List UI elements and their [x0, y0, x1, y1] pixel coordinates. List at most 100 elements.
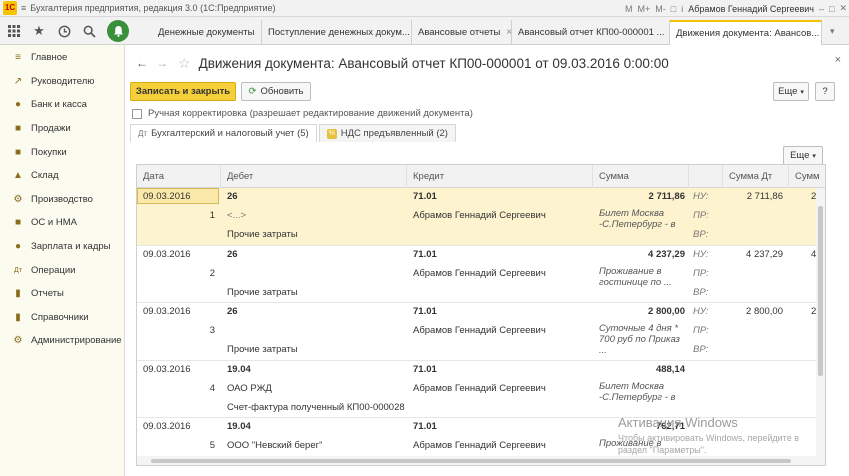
row-number: 5	[209, 440, 215, 451]
activation-hint-line: Чтобы активировать Windows, перейдите в	[618, 433, 799, 443]
sidebar-item-operations[interactable]: Дт Операции	[0, 258, 124, 282]
table-more-button[interactable]: Еще ▾	[783, 146, 823, 165]
row-date: 09.03.2016	[143, 306, 191, 317]
sidebar-item-manager[interactable]: ↗ Руководителю	[0, 70, 124, 94]
sidebar-item-production[interactable]: ⚙ Производство	[0, 188, 124, 212]
save-close-button[interactable]: Записать и закрыть	[130, 82, 236, 101]
settings-icon: ⚙	[13, 335, 23, 347]
column-date[interactable]: Дата	[137, 165, 221, 188]
row-content: Билет Москва -С.Петербург - в	[599, 380, 676, 403]
star-icon[interactable]: ★	[28, 21, 50, 41]
sidebar-item-admin[interactable]: ⚙ Администрирование	[0, 329, 124, 353]
row-number: 4	[209, 382, 215, 394]
column-debit[interactable]: Дебет	[221, 165, 407, 188]
sidebar-item-label: Продажи	[31, 123, 71, 135]
tab-vat[interactable]: % НДС предъявленный (2)	[318, 124, 456, 142]
sidebar-item-sales[interactable]: ■ Продажи	[0, 117, 124, 141]
row-amount: 2 711,86	[648, 191, 685, 202]
column-blank[interactable]	[689, 165, 723, 188]
row-debit-sub1: ООО "Невский берег"	[227, 440, 323, 451]
row-credit: 71.01	[413, 248, 437, 260]
row-nu: НУ:	[693, 306, 709, 317]
row-content: Билет Москва -С.Петербург - в	[599, 208, 676, 230]
current-user[interactable]: Абрамов Геннадий Сергеевич	[688, 4, 814, 14]
tab-label: Поступление денежных докум...	[268, 27, 410, 38]
sidebar-item-bank[interactable]: ● Банк и касса	[0, 93, 124, 117]
table-row[interactable]: 09.03.2016 1 26 <...> Прочие затраты 71.…	[137, 188, 817, 246]
row-debit-sub2: Прочие затраты	[227, 344, 298, 355]
sidebar-item-reports[interactable]: ▮ Отчеты	[0, 282, 124, 306]
window-close-button[interactable]: ✕	[839, 3, 847, 14]
sidebar-item-label: Отчеты	[31, 288, 64, 300]
forward-arrow-icon[interactable]: →	[152, 54, 172, 72]
tabs-dropdown-icon[interactable]: ▾	[830, 26, 835, 37]
row-sum-dt: 2 711,86	[746, 191, 783, 202]
dt-kt-icon: Дт	[14, 266, 22, 274]
row-number: 3	[209, 325, 215, 336]
minimize-button[interactable]: –	[819, 4, 824, 14]
tab-document-movements[interactable]: Движения документа: Авансов...×	[670, 20, 822, 45]
row-date: 09.03.2016	[143, 248, 191, 260]
more-button[interactable]: Еще ▾	[773, 82, 809, 101]
history-icon[interactable]	[53, 21, 75, 41]
tab-accounting[interactable]: Дт Бухгалтерский и налоговый учет (5)	[130, 124, 317, 142]
column-amount-dt[interactable]: Сумма Дт	[723, 165, 789, 188]
main-menu-icon[interactable]: ≡	[21, 3, 26, 13]
vat-icon: %	[326, 128, 337, 139]
column-amount[interactable]: Сумма	[593, 165, 689, 188]
coin-icon: ●	[14, 99, 22, 111]
row-pr: ПР:	[693, 267, 709, 279]
help-button[interactable]: ?	[815, 82, 835, 101]
tab-money-receipt[interactable]: Поступление денежных докум...×	[262, 20, 412, 45]
sidebar-item-salary[interactable]: ● Зарплата и кадры	[0, 235, 124, 259]
memory-mminus-button[interactable]: M-	[655, 4, 666, 14]
row-amount: 2 800,00	[648, 306, 685, 317]
horizontal-scrollbar[interactable]	[137, 456, 817, 465]
info-icon[interactable]: i	[681, 4, 683, 14]
memory-m-button[interactable]: M	[625, 4, 633, 14]
sidebar-item-catalogs[interactable]: ▮ Справочники	[0, 306, 124, 330]
sidebar-item-fixed-assets[interactable]: ■ ОС и НМА	[0, 211, 124, 235]
manual-correction-checkbox[interactable]	[132, 108, 142, 119]
cart-icon: ■	[14, 146, 22, 158]
more-label: Еще	[778, 86, 798, 97]
table-row[interactable]: 09.03.2016 3 26 Прочие затраты 71.01 Абр…	[137, 303, 817, 361]
column-credit[interactable]: Кредит	[407, 165, 593, 188]
row-credit-sub: Абрамов Геннадий Сергеевич	[413, 382, 546, 394]
scroll-thumb[interactable]	[818, 206, 823, 376]
row-number: 2	[209, 267, 215, 279]
form-close-icon[interactable]: ×	[835, 54, 841, 66]
row-debit: 19.04	[227, 421, 251, 432]
sidebar-item-warehouse[interactable]: ▲ Склад	[0, 164, 124, 188]
scroll-thumb[interactable]	[151, 459, 791, 463]
sidebar-item-label: Зарплата и кадры	[31, 241, 111, 253]
row-date: 09.03.2016	[143, 363, 191, 375]
window-square-icon[interactable]: □	[671, 4, 676, 14]
row-number: 1	[209, 210, 215, 221]
chevron-down-icon: ▾	[812, 152, 816, 160]
table-header: Дата Дебет Кредит Сумма Сумма Дт Сумм	[137, 165, 825, 188]
manual-correction[interactable]: Ручная корректировка (разрешает редактир…	[132, 108, 473, 119]
table-row[interactable]: 09.03.2016 2 26 Прочие затраты 71.01 Абр…	[137, 246, 817, 303]
vertical-scrollbar[interactable]	[816, 188, 825, 465]
book-icon: ▮	[15, 311, 21, 323]
sidebar-item-purchases[interactable]: ■ Покупки	[0, 140, 124, 164]
table-row[interactable]: 09.03.2016 4 19.04 ОАО РЖД Счет-фактура …	[137, 361, 817, 418]
dt-kt-icon: Дт	[138, 129, 148, 138]
maximize-button[interactable]: □	[829, 4, 834, 14]
column-amount-cut[interactable]: Сумм	[789, 165, 825, 188]
favorite-star-icon[interactable]: ☆	[178, 55, 191, 72]
row-debit: 26	[227, 306, 238, 317]
refresh-button[interactable]: ⟳ Обновить	[241, 82, 311, 101]
sidebar-item-main[interactable]: ≡ Главное	[0, 46, 124, 70]
back-arrow-icon[interactable]: ←	[132, 54, 152, 72]
apps-grid-icon[interactable]	[3, 21, 25, 41]
tab-money-documents[interactable]: Денежные документы×	[152, 20, 262, 45]
register-tabs: Дт Бухгалтерский и налоговый учет (5) % …	[126, 124, 458, 142]
tab-advance-report-doc[interactable]: Авансовый отчет КП00-000001 ...×	[512, 20, 670, 45]
tab-advance-reports[interactable]: Авансовые отчеты ×	[412, 20, 512, 45]
search-icon[interactable]	[78, 21, 100, 41]
document-movements-form: ← → ☆ Движения документа: Авансовый отче…	[126, 45, 849, 476]
bell-icon[interactable]	[107, 20, 129, 42]
memory-mplus-button[interactable]: M+	[638, 4, 651, 14]
